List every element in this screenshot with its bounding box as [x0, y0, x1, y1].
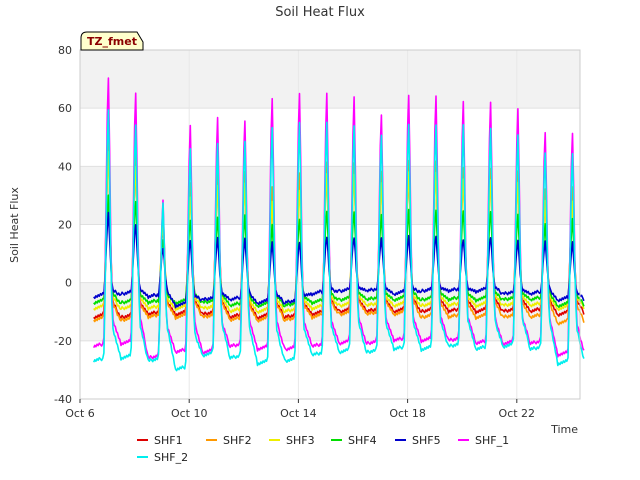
x-axis-label: Time — [550, 423, 578, 436]
y-tick-label: 20 — [58, 219, 72, 232]
x-tick-label: Oct 14 — [280, 407, 317, 420]
chart-title: Soil Heat Flux — [275, 5, 365, 20]
plot-band — [80, 340, 580, 399]
x-tick-label: Oct 18 — [389, 407, 426, 420]
x-axis-ticks: Oct 6 Oct 10 Oct 14 Oct 18 Oct 22 — [65, 399, 535, 420]
legend-label: SHF4 — [348, 434, 377, 447]
badge-label: TZ_fmet — [87, 35, 137, 48]
y-tick-label: 0 — [65, 277, 72, 290]
legend-label: SHF2 — [223, 434, 252, 447]
x-tick-label: Oct 10 — [171, 407, 208, 420]
legend: SHF1 SHF2 SHF3 SHF4 SHF5 SHF_1 SHF_2 — [137, 434, 509, 464]
legend-label: SHF_2 — [154, 451, 188, 464]
y-axis-label: Soil Heat Flux — [8, 187, 21, 263]
legend-label: SHF_1 — [475, 434, 509, 447]
y-tick-label: 40 — [58, 160, 72, 173]
legend-label: SHF5 — [412, 434, 441, 447]
legend-label: SHF1 — [154, 434, 183, 447]
plot-band — [80, 50, 580, 109]
plot-band — [80, 166, 580, 225]
y-tick-label: 80 — [58, 44, 72, 57]
y-tick-label: 60 — [58, 102, 72, 115]
soil-heat-flux-chart: Soil Heat Flux -40-20020406080 Oct 6 Oct … — [8, 5, 585, 464]
site-badge: TZ_fmet — [80, 31, 144, 51]
x-tick-label: Oct 22 — [499, 407, 536, 420]
y-tick-label: -40 — [54, 393, 72, 406]
x-tick-label: Oct 6 — [65, 407, 95, 420]
legend-label: SHF3 — [286, 434, 315, 447]
y-axis-ticks: -40 -20 0 20 40 60 80 — [54, 44, 72, 406]
plot-band — [80, 108, 580, 167]
y-tick-label: -20 — [54, 335, 72, 348]
